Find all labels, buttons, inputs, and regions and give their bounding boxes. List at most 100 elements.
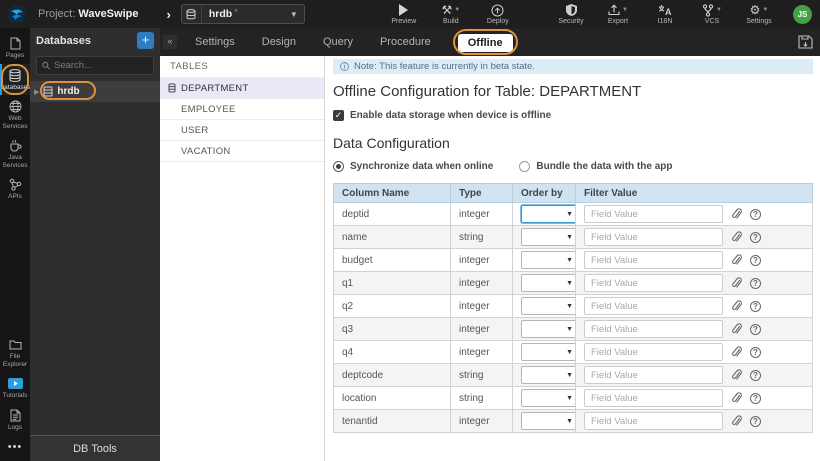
question-mark-icon: ? <box>750 231 761 243</box>
export-button[interactable]: ▼ Export <box>601 4 635 25</box>
link-variable-button[interactable] <box>731 346 742 358</box>
i18n-button[interactable]: A I18N <box>648 4 682 25</box>
db-tools-button[interactable]: DB Tools <box>30 435 160 461</box>
tab-procedure[interactable]: Procedure <box>380 36 431 48</box>
order-by-cell: ▼ <box>512 225 576 249</box>
radio-bundle-with-app[interactable]: Bundle the data with the app <box>519 161 672 172</box>
filter-value-input[interactable] <box>584 389 723 407</box>
section-title: Data Configuration <box>333 135 450 151</box>
link-variable-button[interactable] <box>731 300 742 312</box>
filter-value-input[interactable] <box>584 297 723 315</box>
sidebar-item-apis[interactable]: APIs <box>0 173 30 205</box>
paperclip-icon <box>732 231 742 242</box>
checkbox-checked-icon[interactable]: ✓ <box>333 110 344 121</box>
link-variable-button[interactable] <box>731 254 742 266</box>
help-button[interactable]: ? <box>750 392 761 404</box>
link-variable-button[interactable] <box>731 392 742 404</box>
table-item-user[interactable]: USER <box>160 120 324 141</box>
order-by-select[interactable]: ▼ <box>521 205 575 223</box>
filter-value-input[interactable] <box>584 205 723 223</box>
col-header-column-name: Column Name <box>333 183 451 203</box>
settings-button[interactable]: ⚙ ▼ Settings <box>742 3 776 25</box>
tab-query[interactable]: Query <box>323 36 353 48</box>
help-button[interactable]: ? <box>750 231 761 243</box>
filter-value-input[interactable] <box>584 366 723 384</box>
filter-value-input[interactable] <box>584 412 723 430</box>
filter-value-input[interactable] <box>584 320 723 338</box>
user-avatar[interactable]: JS <box>793 4 812 24</box>
vcs-button[interactable]: ▼ VCS <box>695 3 729 25</box>
help-button[interactable]: ? <box>750 323 761 335</box>
database-tree-item-hrdb[interactable]: ▶ hrdb <box>30 81 160 102</box>
sync-mode-radio-group: Synchronize data when online Bundle the … <box>333 161 820 172</box>
add-database-button[interactable]: + <box>137 32 154 49</box>
more-options-button[interactable]: ••• <box>0 435 30 461</box>
order-by-select[interactable]: ▼ <box>521 274 575 292</box>
help-button[interactable]: ? <box>750 346 761 358</box>
filter-value-cell: ? <box>575 294 813 318</box>
order-by-cell: ▼ <box>512 248 576 272</box>
question-mark-icon: ? <box>750 415 761 427</box>
link-variable-button[interactable] <box>731 369 742 381</box>
help-button[interactable]: ? <box>750 415 761 427</box>
filter-value-input[interactable] <box>584 343 723 361</box>
filter-value-cell: ? <box>575 386 813 410</box>
export-db-button[interactable] <box>798 34 813 50</box>
order-by-select[interactable]: ▼ <box>521 320 575 338</box>
sidebar-item-java-services[interactable]: Java Services <box>0 134 30 173</box>
sidebar-item-databases[interactable]: Databases <box>0 63 31 95</box>
tab-offline[interactable]: Offline <box>457 34 513 52</box>
collapse-panel-button[interactable]: « <box>163 35 177 49</box>
help-button[interactable]: ? <box>750 277 761 289</box>
tab-design[interactable]: Design <box>262 36 296 48</box>
offline-config-content: i Note: This feature is currently in bet… <box>326 56 820 461</box>
preview-button[interactable]: Preview <box>387 4 421 25</box>
order-by-select[interactable]: ▼ <box>521 343 575 361</box>
order-by-select[interactable]: ▼ <box>521 251 575 269</box>
filter-value-cell: ? <box>575 225 813 249</box>
help-button[interactable]: ? <box>750 208 761 220</box>
order-by-select[interactable]: ▼ <box>521 412 575 430</box>
database-search-box[interactable] <box>36 56 154 75</box>
table-row: q3 integer ▼ ? <box>333 317 813 341</box>
sidebar-item-logs[interactable]: Logs <box>0 404 30 436</box>
branch-icon: ▼ <box>702 3 722 17</box>
filter-value-input[interactable] <box>584 274 723 292</box>
order-by-select[interactable]: ▼ <box>521 389 575 407</box>
table-item-vacation[interactable]: VACATION <box>160 141 324 162</box>
link-variable-button[interactable] <box>731 415 742 427</box>
help-button[interactable]: ? <box>750 254 761 266</box>
sidebar-item-pages[interactable]: Pages <box>0 32 30 64</box>
database-search-input[interactable] <box>53 60 148 71</box>
filter-value-input[interactable] <box>584 251 723 269</box>
link-variable-button[interactable] <box>731 323 742 335</box>
order-by-select[interactable]: ▼ <box>521 297 575 315</box>
build-button[interactable]: ⚒ ▼ Build <box>434 3 468 25</box>
radio-unselected-icon[interactable] <box>519 161 531 172</box>
sidebar-item-web-services[interactable]: Web Services <box>0 95 30 134</box>
offline-table-body: deptid integer ▼ ? name string ▼ <box>333 202 813 433</box>
table-item-department[interactable]: DEPARTMENT <box>160 78 324 99</box>
link-variable-button[interactable] <box>731 208 742 220</box>
order-by-select[interactable]: ▼ <box>521 366 575 384</box>
help-button[interactable]: ? <box>750 369 761 381</box>
order-by-select[interactable]: ▼ <box>521 228 575 246</box>
sidebar-item-file-explorer[interactable]: File Explorer <box>0 333 30 372</box>
database-selector-dropdown[interactable]: hrdb * ▼ <box>180 4 305 24</box>
table-item-label: USER <box>181 124 209 136</box>
svg-text:A: A <box>665 7 672 16</box>
tree-expander-icon[interactable]: ▶ <box>34 88 39 96</box>
link-variable-button[interactable] <box>731 277 742 289</box>
radio-selected-icon[interactable] <box>333 161 344 172</box>
deploy-button[interactable]: Deploy <box>481 4 515 25</box>
filter-value-input[interactable] <box>584 228 723 246</box>
link-variable-button[interactable] <box>731 231 742 243</box>
tab-settings[interactable]: Settings <box>195 36 235 48</box>
sidebar-item-tutorials[interactable]: Tutorials <box>0 372 30 404</box>
enable-offline-checkbox-row[interactable]: ✓ Enable data storage when device is off… <box>333 110 820 121</box>
table-item-employee[interactable]: EMPLOYEE <box>160 99 324 120</box>
help-button[interactable]: ? <box>750 300 761 312</box>
security-button[interactable]: Security <box>554 4 588 25</box>
top-bar: Project: WaveSwipe › hrdb * ▼ Preview ⚒ ▼… <box>0 0 820 28</box>
radio-synchronize-online[interactable]: Synchronize data when online <box>333 161 493 172</box>
